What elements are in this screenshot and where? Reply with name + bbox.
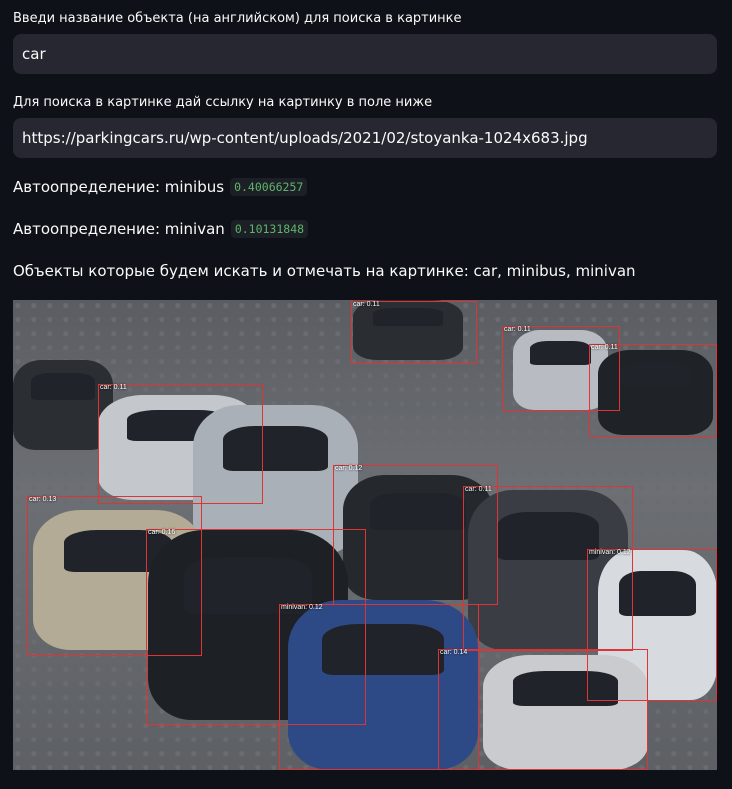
detection-box-label: car: 0.11 (465, 486, 492, 493)
detection-box-label: car: 0.11 (591, 344, 618, 351)
detection-box-label: car: 0.13 (29, 496, 57, 503)
parking-lot-image: car: 0.11 car: 0.11 car: 0.11 car: 0.11 … (13, 300, 717, 770)
detection-minivan: Автоопределение: minivan 0.10131848 (13, 220, 309, 238)
image-url-input[interactable]: https://parkingcars.ru/wp-content/upload… (13, 118, 717, 158)
detection-box-label: minivan: 0.12 (281, 604, 323, 611)
search-summary: Объекты которые будем искать и отмечать … (13, 262, 636, 280)
detection-box: car: 0.11 (589, 344, 717, 437)
detection-label: Автоопределение: minibus (13, 178, 225, 196)
detection-box-label: car: 0.11 (353, 301, 380, 308)
detection-box-label: car: 0.11 (504, 326, 531, 333)
detection-box-label: car: 0.16 (148, 529, 176, 536)
detection-box: car: 0.14 (438, 649, 648, 770)
detection-box: car: 0.11 (98, 384, 263, 504)
detection-score: 0.40066257 (230, 178, 308, 196)
detection-score: 0.10131848 (230, 220, 309, 238)
detection-box: car: 0.11 (351, 301, 477, 364)
detection-box-label: car: 0.14 (440, 649, 468, 656)
detection-box-label: car: 0.11 (100, 384, 127, 391)
detection-minibus: Автоопределение: minibus 0.40066257 (13, 178, 308, 196)
image-url-label: Для поиска в картинке дай ссылку на карт… (13, 95, 433, 110)
object-query-label: Введи название объекта (на английском) д… (13, 11, 462, 26)
detection-box-label: car: 0.12 (335, 465, 363, 472)
object-query-input[interactable]: car (13, 34, 717, 74)
detection-box-label: minivan: 0.12 (589, 549, 631, 556)
detection-label: Автоопределение: minivan (13, 220, 225, 238)
